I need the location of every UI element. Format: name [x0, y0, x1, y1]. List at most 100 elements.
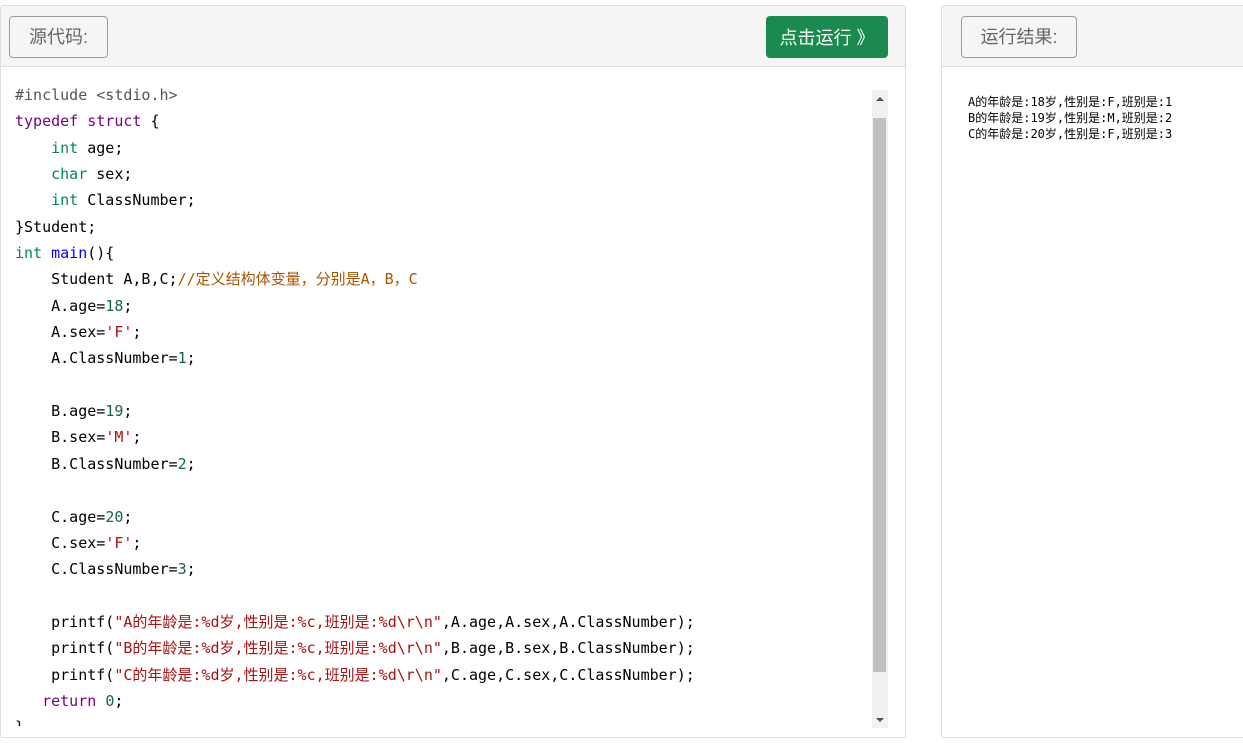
code-line: A.age=18;	[15, 293, 695, 319]
code-token: int	[51, 191, 79, 210]
code-token: "B的年龄是:%d岁,性别是:%c,班别是:%d\r\n"	[114, 639, 442, 658]
result-label: 运行结果:	[961, 16, 1077, 58]
code-token: A.sex=	[15, 323, 106, 342]
code-token: A.ClassNumber=	[15, 349, 178, 368]
code-line: #include <stdio.h>	[15, 82, 695, 108]
source-code-label: 源代码:	[9, 16, 108, 58]
result-panel: 运行结果: A的年龄是:18岁,性别是:F,班别是:1 B的年龄是:19岁,性别…	[941, 5, 1243, 738]
code-token: //定义结构体变量，分别是A，B，C	[177, 270, 418, 289]
code-line: }	[15, 714, 695, 726]
code-token: 20	[105, 507, 124, 526]
code-token: 'F'	[105, 533, 133, 552]
code-line: B.ClassNumber=2;	[15, 451, 695, 477]
source-panel-header: 源代码: 点击运行 》	[1, 6, 905, 67]
code-token: printf(	[15, 639, 115, 658]
program-output: A的年龄是:18岁,性别是:F,班别是:1 B的年龄是:19岁,性别是:M,班别…	[968, 95, 1173, 141]
code-token: printf(	[15, 612, 115, 631]
code-token: ;	[132, 428, 142, 447]
code-token: main	[51, 244, 88, 263]
result-panel-header: 运行结果:	[942, 6, 1243, 67]
scrollbar-thumb[interactable]	[873, 118, 886, 672]
code-token: 19	[105, 402, 124, 421]
code-token: C.sex=	[15, 533, 106, 552]
code-token: ;	[114, 691, 124, 710]
code-token: 3	[177, 560, 187, 579]
code-line: Student A,B,C;//定义结构体变量，分别是A，B，C	[15, 266, 695, 292]
code-line: return 0;	[15, 688, 695, 714]
code-line: typedef struct {	[15, 108, 695, 134]
code-line: C.age=20;	[15, 504, 695, 530]
code-token: }Student;	[15, 217, 97, 236]
code-token: int	[51, 138, 79, 157]
code-token: typedef struct	[15, 112, 142, 131]
code-token: }	[15, 718, 24, 726]
code-editor[interactable]: #include <stdio.h> typedef struct { int a…	[1, 68, 871, 726]
code-line: int main(){	[15, 240, 695, 266]
code-token: C.age=	[15, 507, 106, 526]
code-token: age;	[78, 138, 124, 157]
code-line: int ClassNumber;	[15, 187, 695, 213]
code-line: B.age=19;	[15, 398, 695, 424]
code-token: A.age=	[15, 296, 106, 315]
code-token: C.ClassNumber=	[15, 560, 178, 579]
code-token: ;	[186, 560, 196, 579]
code-token: {	[141, 112, 160, 131]
code-token: B.ClassNumber=	[15, 454, 178, 473]
code-token: ClassNumber;	[78, 191, 196, 210]
code-lines: #include <stdio.h> typedef struct { int a…	[15, 82, 695, 726]
code-token: ;	[123, 507, 133, 526]
code-line: printf("A的年龄是:%d岁,性别是:%c,班别是:%d\r\n",A.a…	[15, 609, 695, 635]
scroll-down-arrow-icon[interactable]	[872, 711, 888, 728]
code-token: "A的年龄是:%d岁,性别是:%c,班别是:%d\r\n"	[114, 612, 442, 631]
code-line: printf("C的年龄是:%d岁,性别是:%c,班别是:%d\r\n",C.a…	[15, 662, 695, 688]
code-token: #include <stdio.h>	[15, 86, 178, 104]
code-token: ,B.age,B.sex,B.ClassNumber);	[441, 639, 695, 658]
code-token: 0	[105, 691, 115, 710]
scroll-up-arrow-icon[interactable]	[872, 90, 888, 107]
code-line: C.sex='F';	[15, 530, 695, 556]
code-token: char	[51, 165, 88, 184]
code-token: ,C.age,C.sex,C.ClassNumber);	[441, 665, 695, 684]
code-token: (){	[87, 244, 115, 263]
code-token: sex;	[87, 165, 133, 184]
code-token: ;	[186, 349, 196, 368]
code-token: B.age=	[15, 402, 106, 421]
code-token: return	[42, 691, 97, 710]
editor-scrollbar[interactable]	[872, 90, 888, 728]
code-token: printf(	[15, 665, 115, 684]
code-token: ;	[132, 533, 142, 552]
code-token: ;	[186, 454, 196, 473]
code-token: 18	[105, 296, 124, 315]
source-code-panel: 源代码: 点击运行 》 #include <stdio.h> typedef st…	[0, 5, 906, 738]
code-token: ;	[123, 296, 133, 315]
code-token: 'M'	[105, 428, 133, 447]
code-line: }Student;	[15, 214, 695, 240]
code-line: char sex;	[15, 161, 695, 187]
code-token: 1	[177, 349, 187, 368]
code-line: A.ClassNumber=1;	[15, 345, 695, 371]
run-button[interactable]: 点击运行 》	[766, 16, 888, 58]
code-line: int age;	[15, 135, 695, 161]
code-token: "C的年龄是:%d岁,性别是:%c,班别是:%d\r\n"	[114, 665, 442, 684]
code-token: 2	[177, 454, 187, 473]
code-line: C.ClassNumber=3;	[15, 556, 695, 582]
code-line: A.sex='F';	[15, 319, 695, 345]
code-token: int	[15, 244, 43, 263]
code-token: ,A.age,A.sex,A.ClassNumber);	[441, 612, 695, 631]
code-line: B.sex='M';	[15, 424, 695, 450]
code-token: B.sex=	[15, 428, 106, 447]
code-token: ;	[123, 402, 133, 421]
code-line: printf("B的年龄是:%d岁,性别是:%c,班别是:%d\r\n",B.a…	[15, 635, 695, 661]
code-token: ;	[132, 323, 142, 342]
code-token: Student A,B,C;	[15, 270, 178, 289]
code-token: 'F'	[105, 323, 133, 342]
